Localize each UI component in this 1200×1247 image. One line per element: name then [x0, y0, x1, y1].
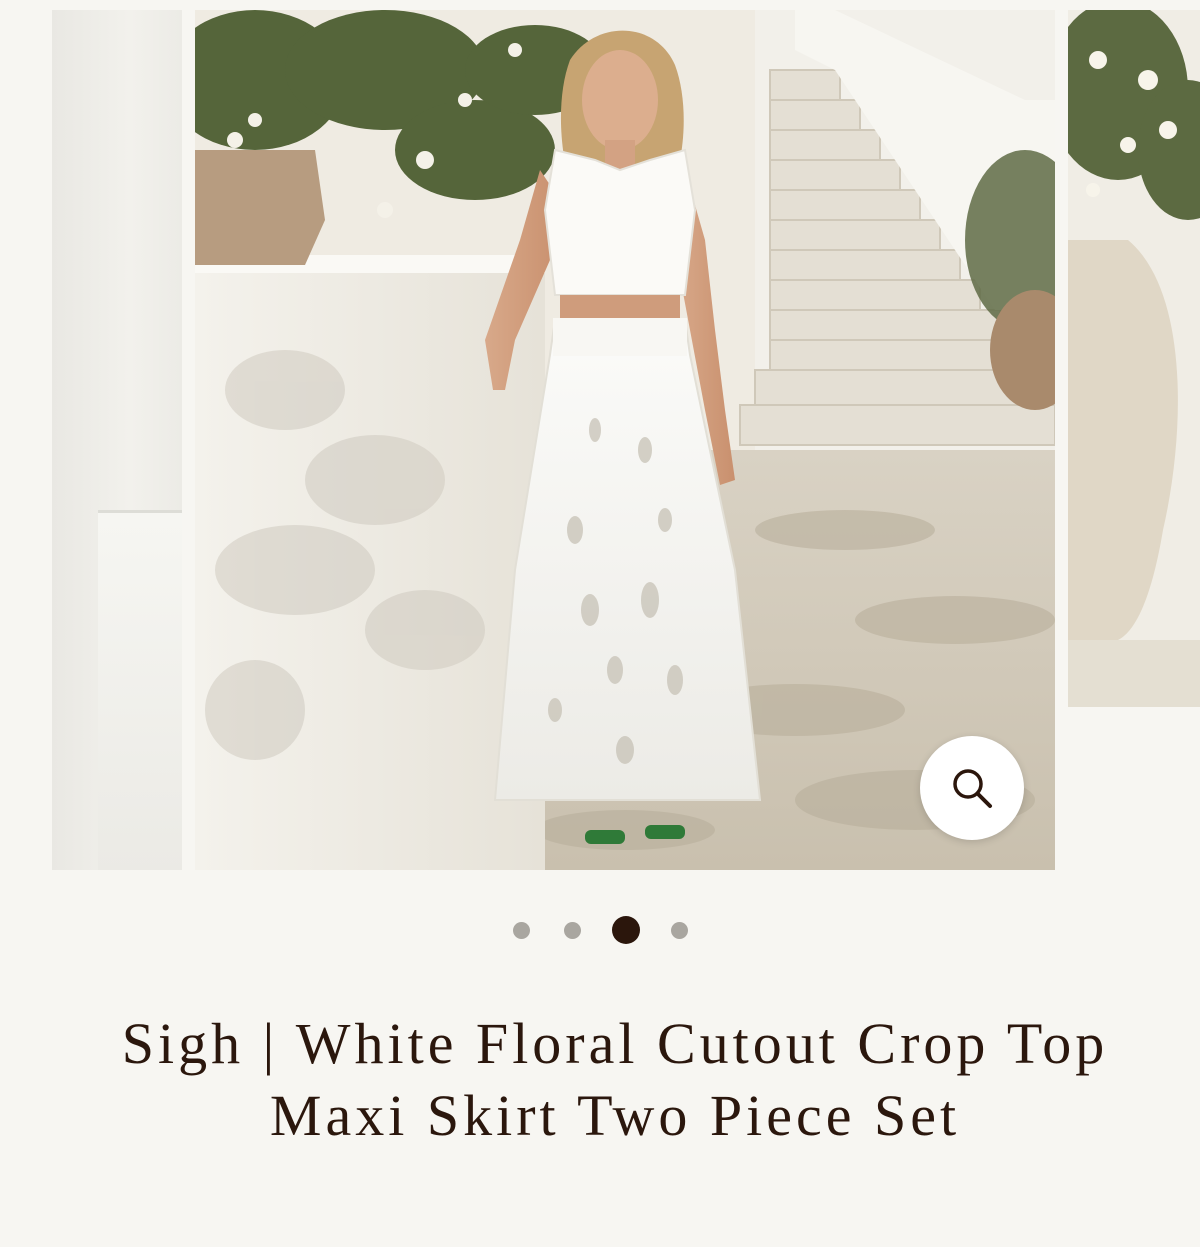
- wall-ledge-image-detail: [98, 510, 182, 870]
- gallery-dot-4[interactable]: [670, 921, 688, 939]
- gallery-dot-1[interactable]: [512, 921, 530, 939]
- search-icon: [953, 769, 992, 808]
- product-image-gallery[interactable]: [0, 0, 1200, 880]
- gallery-dot-2[interactable]: [563, 921, 581, 939]
- product-title: Sigh | White Floral Cutout Crop Top Maxi…: [121, 1011, 1109, 1148]
- zoom-button[interactable]: [920, 736, 1024, 840]
- gallery-slide-previous[interactable]: [52, 10, 182, 870]
- gallery-dot-3-active[interactable]: [611, 916, 640, 944]
- next-slide-photo: [1068, 10, 1200, 707]
- gallery-pagination: [0, 910, 1200, 950]
- product-page: Sigh | White Floral Cutout Crop Top Maxi…: [0, 0, 1200, 1247]
- gallery-slide-next[interactable]: [1068, 10, 1200, 707]
- gallery-slide-main[interactable]: [195, 10, 1055, 870]
- product-photo: [195, 10, 1055, 870]
